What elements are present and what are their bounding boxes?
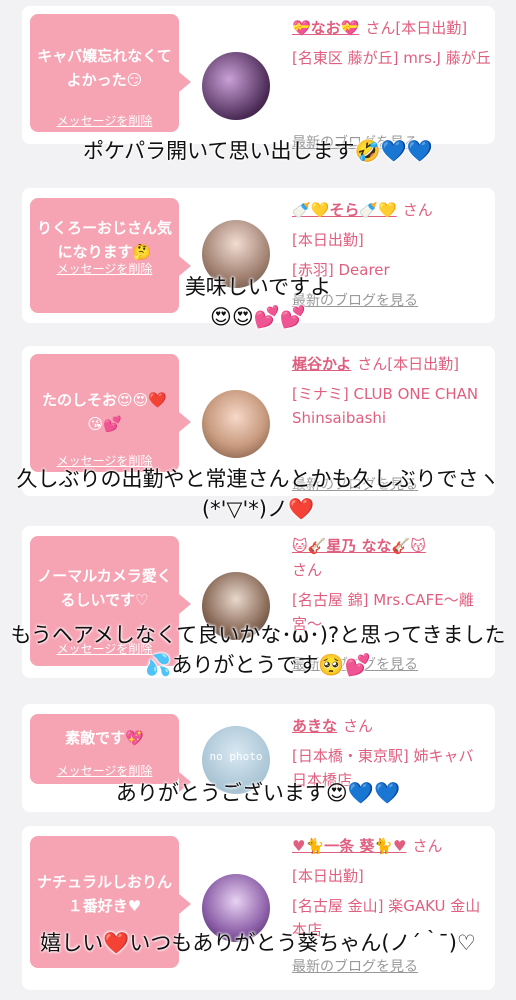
reply-text: もうヘアメしなくて良いかな･ω･)?と思ってきました💦ありがとうです🥺💕 — [10, 623, 506, 677]
message-bubble: 素敵です💖 メッセージを削除 — [30, 714, 191, 792]
delete-message-link[interactable]: メッセージを削除 — [30, 762, 179, 779]
user-name-link[interactable]: 梶谷かよ — [292, 355, 351, 373]
no-photo-text: no photo — [209, 750, 263, 763]
user-name-link[interactable]: ♥🐈一条 葵🐈♥ — [292, 837, 406, 855]
message-text: たのしそお😍😍❤️😘💕 — [42, 391, 167, 433]
message-text: キャバ嬢忘れなくてよかった😏 — [37, 47, 172, 89]
message-card: キャバ嬢忘れなくてよかった😏 メッセージを削除 💝なお💝 さん[本日出勤] [名東… — [22, 6, 495, 151]
reply-text: 嬉しい❤️いつもありがとう葵ちゃん(ノ´｀ ̄)♡ — [40, 931, 476, 955]
avatar[interactable] — [202, 52, 270, 120]
user-info: 🍼💛そら🍼💛 さん [本日出勤] [赤羽] Dearer — [292, 198, 492, 282]
message-bubble: キャバ嬢忘れなくてよかった😏 メッセージを削除 — [30, 14, 191, 132]
message-card: ナチュラルしおりん１番好き♥ ♥🐈一条 葵🐈♥ さん [本日出勤] [名古屋 金山… — [22, 826, 495, 990]
user-name-link[interactable]: あきな — [292, 717, 337, 735]
message-bubble: たのしそお😍😍❤️😘💕 メッセージを削除 — [30, 354, 191, 472]
status-text: [本日出勤] — [292, 867, 364, 885]
message-text: ナチュラルしおりん１番好き♥ — [36, 873, 172, 915]
user-name-link[interactable]: 💝なお💝 — [292, 19, 359, 37]
message-text: りくろーおじさん気になります🤔 — [36, 219, 172, 261]
reply-text: ポケパラ開いて思い出します🤣💙💙 — [83, 139, 433, 163]
user-name-link[interactable]: 🍼💛そら🍼💛 — [292, 201, 397, 219]
user-name-link[interactable]: 🐱🎸星乃 なな🎸😽 — [292, 537, 426, 555]
message-text: 素敵です💖 — [65, 729, 144, 747]
avatar[interactable] — [202, 390, 270, 458]
user-info: 梶谷かよ さん[本日出勤] [ミナミ] CLUB ONE CHAN Shinsai… — [292, 352, 492, 430]
message-text: ノーマルカメラ愛くるしいです♡ — [37, 567, 172, 609]
reply-text: 久しぶりの出勤やと常連さんとかも久しぶりでさヽ(*'▽'*)ノ❤️ — [16, 467, 500, 521]
delete-message-link[interactable]: メッセージを削除 — [30, 112, 179, 129]
reply-text: ありがとうございます😍💙💙 — [115, 781, 401, 805]
reply-text: 美味しいですよ 😍😍💕💕 — [184, 275, 332, 329]
shop-info: [ミナミ] CLUB ONE CHAN Shinsaibashi — [292, 385, 479, 427]
status-text: [本日出勤] — [292, 231, 364, 249]
user-info: 💝なお💝 さん[本日出勤] [名東区 藤が丘] mrs.J 藤が丘 — [292, 16, 492, 70]
latest-blog-link[interactable]: 最新のブログを見る — [292, 956, 418, 976]
user-info: ♥🐈一条 葵🐈♥ さん [本日出勤] [名古屋 金山] 楽GAKU 金山本店 — [292, 834, 492, 942]
shop-info: [名東区 藤が丘] mrs.J 藤が丘 — [292, 49, 491, 67]
